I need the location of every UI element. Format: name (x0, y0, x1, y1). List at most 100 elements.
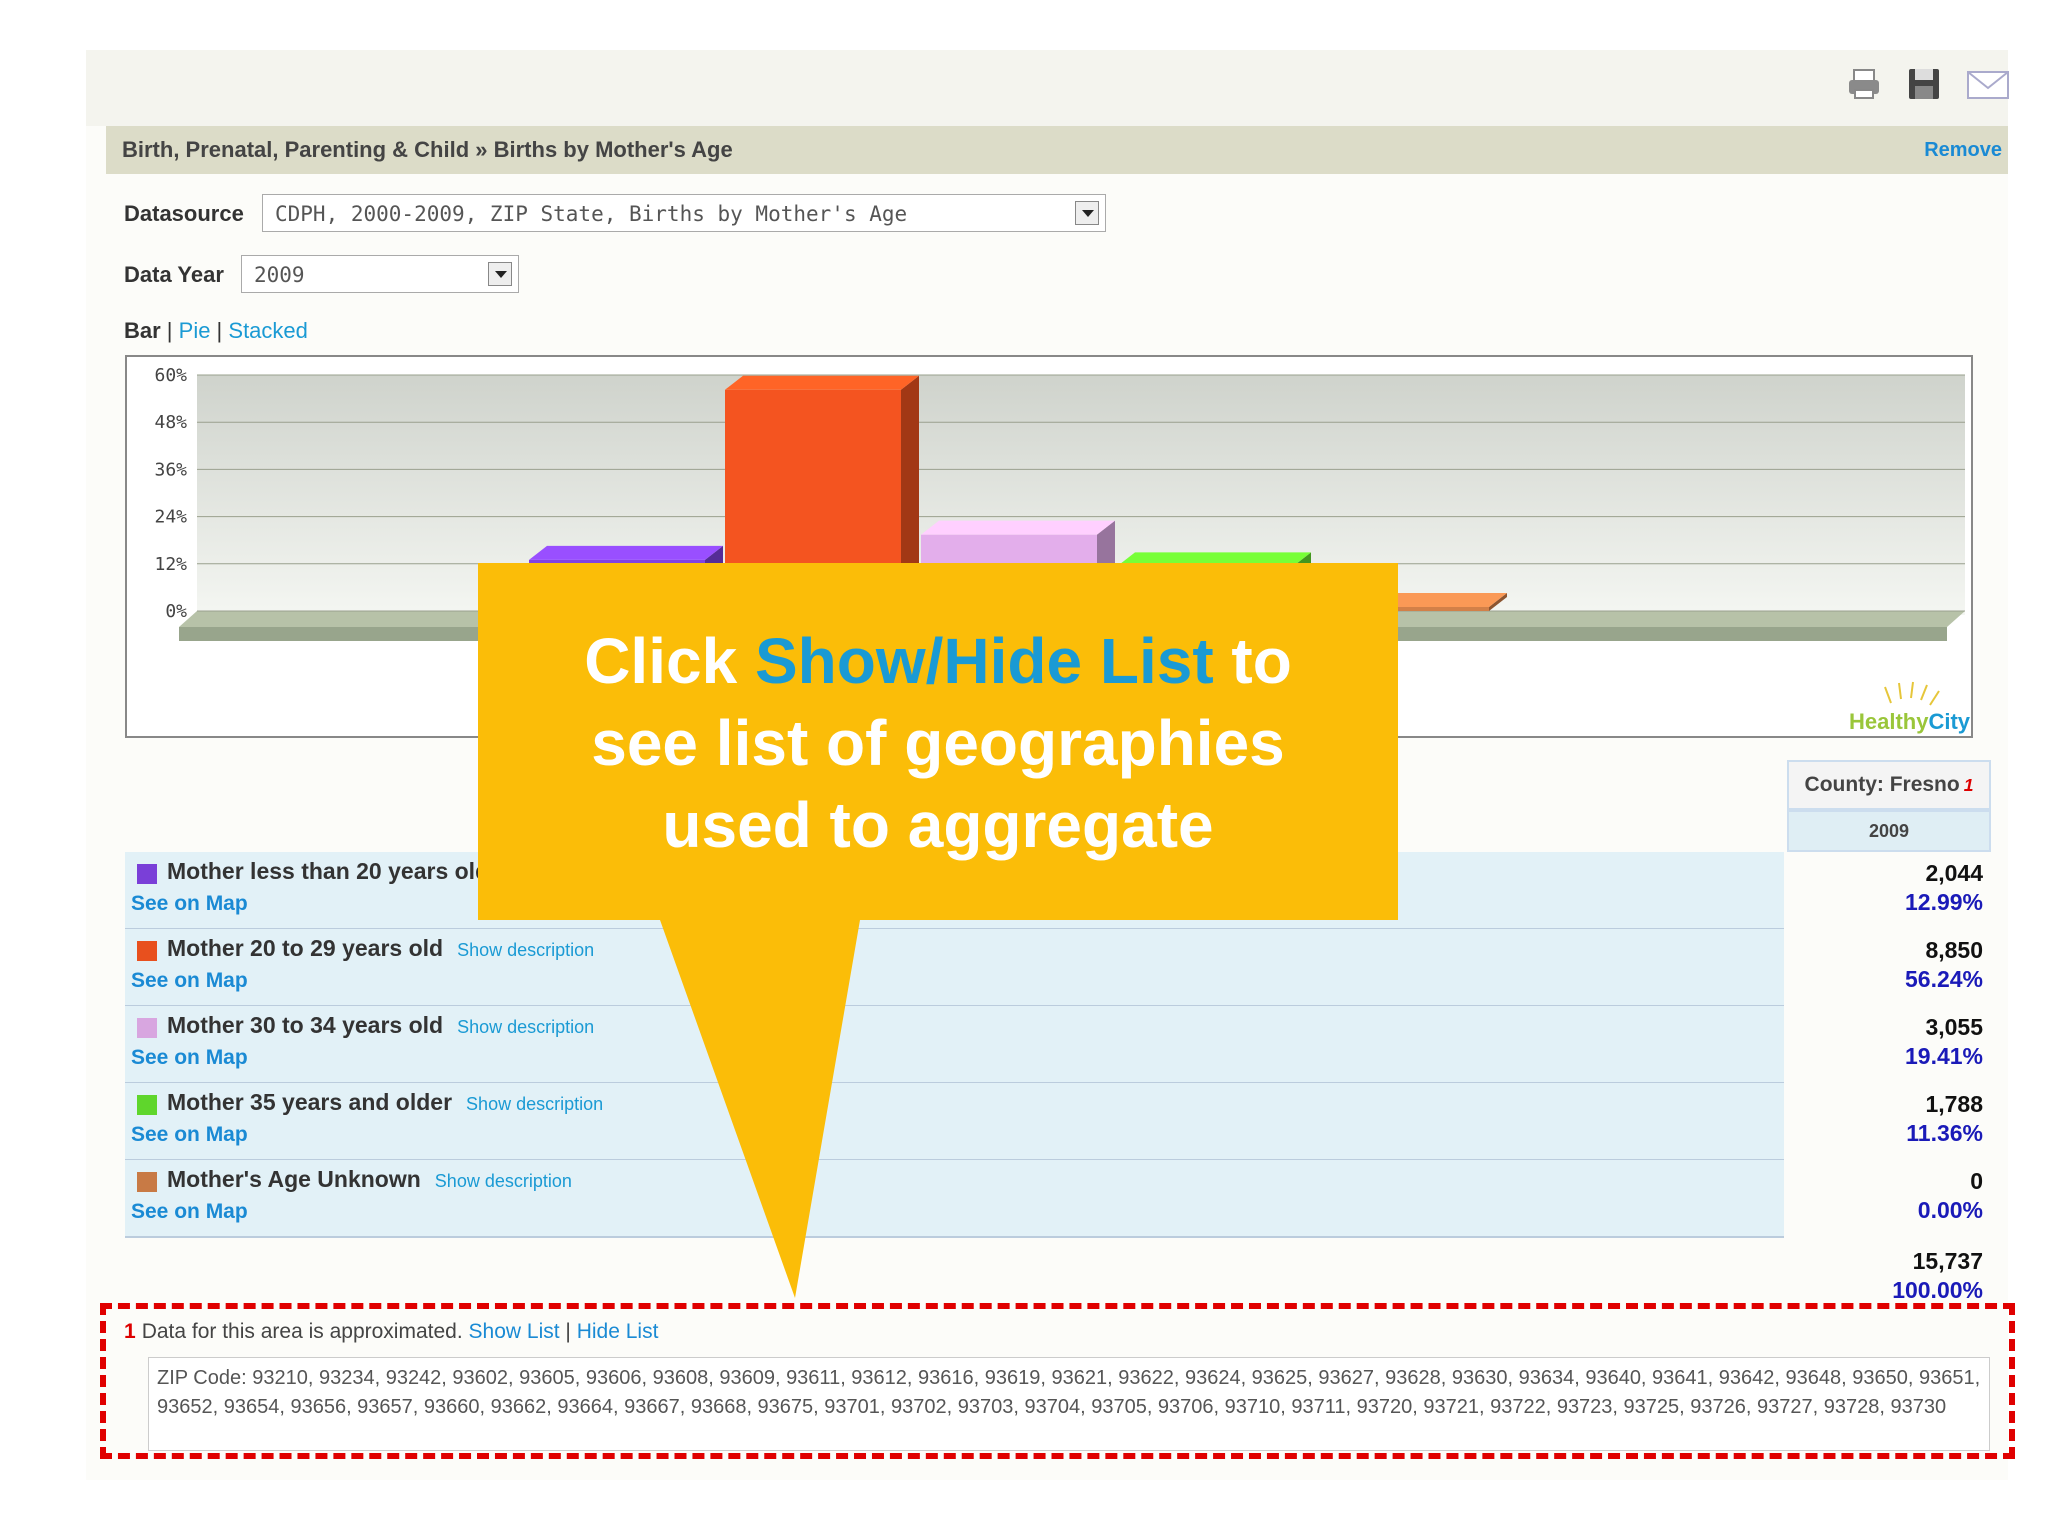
row-count: 2,044 (1925, 860, 1983, 886)
callout-text: Click Show/Hide List to see list of geog… (478, 620, 1398, 866)
row-label-text: Mother less than 20 years old (167, 858, 490, 884)
row-count: 1,788 (1925, 1091, 1983, 1117)
see-on-map-link[interactable]: See on Map (131, 1123, 248, 1147)
value-cell: 2,044 12.99% (1787, 852, 1991, 928)
see-on-map-link[interactable]: See on Map (131, 969, 248, 993)
row-label-text: Mother's Age Unknown (167, 1166, 421, 1192)
y-tick-label: 24% (154, 507, 187, 528)
table-row: Mother 30 to 34 years old Show descriptio… (125, 1006, 1784, 1084)
bar-side (901, 375, 919, 611)
row-percent: 19.41% (1904, 1043, 1983, 1069)
separator: | (160, 318, 179, 343)
chart-type-bar: Bar (124, 318, 161, 343)
chart-type-switch: Bar | Pie | Stacked (124, 318, 308, 344)
see-on-map-link[interactable]: See on Map (131, 892, 248, 916)
datasource-label: Datasource (124, 201, 244, 226)
callout-highlight: Show/Hide List (754, 625, 1214, 697)
row-label: Mother less than 20 years old (167, 858, 503, 885)
chart-type-stacked[interactable]: Stacked (228, 318, 308, 343)
callout-word: to (1213, 625, 1292, 697)
legend-swatch (137, 1018, 157, 1038)
bar (725, 375, 919, 611)
show-description-link[interactable]: Show description (457, 1017, 594, 1037)
separator: | (210, 318, 229, 343)
y-tick-label: 36% (154, 459, 187, 480)
logo-text: HealthyCity (1849, 709, 1971, 734)
table-row: Mother's Age Unknown Show description See … (125, 1160, 1784, 1238)
total-count: 15,737 (1912, 1248, 1983, 1274)
y-tick-label: 0% (165, 601, 187, 622)
table-row: Mother 35 years and older Show descriptio… (125, 1083, 1784, 1161)
bar (1313, 593, 1507, 611)
year-header: 2009 (1787, 810, 1991, 852)
email-icon[interactable] (1966, 66, 2010, 102)
bar-front (1117, 566, 1293, 611)
row-percent: 0.00% (1917, 1197, 1983, 1223)
bar (1117, 552, 1311, 611)
chevron-down-icon[interactable] (488, 262, 512, 286)
y-tick-label: 48% (154, 412, 187, 433)
value-cell: 1,788 11.36% (1787, 1083, 1991, 1159)
data-year-select[interactable]: 2009 (241, 255, 519, 293)
y-axis-ticks: 60% 48% 36% 24% 12% 0% (154, 365, 187, 622)
see-on-map-link[interactable]: See on Map (131, 1046, 248, 1070)
datasource-value: CDPH, 2000-2009, ZIP State, Births by Mo… (275, 202, 908, 226)
legend-swatch (137, 864, 157, 884)
row-percent: 12.99% (1904, 889, 1983, 915)
breadcrumb-text: Birth, Prenatal, Parenting & Child » Bir… (122, 137, 733, 162)
see-on-map-link[interactable]: See on Map (131, 1200, 248, 1224)
data-year-label: Data Year (124, 262, 224, 287)
footnote-marker: 1 (1963, 774, 1974, 795)
row-label-text: Mother 20 to 29 years old (167, 935, 444, 961)
row-percent: 56.24% (1904, 966, 1983, 992)
data-year-value: 2009 (254, 263, 305, 287)
legend-swatch (137, 1095, 157, 1115)
y-tick-label: 60% (154, 365, 187, 386)
row-label-text: Mother 30 to 34 years old (167, 1012, 444, 1038)
healthycity-logo: HealthyCity (1849, 681, 1971, 734)
bar-side (1097, 520, 1115, 611)
callout-word: Click (584, 625, 755, 697)
row-count: 8,850 (1925, 937, 1983, 963)
value-cell: 0 0.00% (1787, 1160, 1991, 1236)
row-label-text: Mother 35 years and older (167, 1089, 453, 1115)
show-description-link[interactable]: Show description (457, 940, 594, 960)
row-count: 0 (1970, 1168, 1983, 1194)
bar-front (725, 389, 901, 611)
save-icon[interactable] (1906, 66, 1942, 102)
legend-swatch (137, 941, 157, 961)
remove-link[interactable]: Remove (1924, 139, 2002, 162)
table-row: Mother 20 to 29 years old Show descriptio… (125, 929, 1784, 1007)
bar-front (921, 534, 1097, 611)
bar-front (1313, 607, 1489, 611)
bar-front (529, 559, 705, 611)
bar-top (529, 545, 723, 560)
county-name: County: Fresno (1804, 773, 1960, 796)
row-label: Mother 30 to 34 years old Show descriptio… (167, 1012, 594, 1039)
row-label: Mother 20 to 29 years old Show descriptio… (167, 935, 594, 962)
print-icon[interactable] (1846, 66, 1882, 102)
callout-line-1: Click Show/Hide List to (478, 620, 1398, 702)
row-label: Mother 35 years and older Show descriptio… (167, 1089, 603, 1116)
county-header: County: Fresno 1 (1787, 760, 1991, 810)
breadcrumb: Birth, Prenatal, Parenting & Child » Bir… (106, 126, 2008, 174)
value-cell: 8,850 56.24% (1787, 929, 1991, 1005)
toolbar (86, 50, 2008, 126)
row-label: Mother's Age Unknown Show description (167, 1166, 572, 1193)
y-tick-label: 12% (154, 554, 187, 575)
total-percent: 100.00% (1892, 1277, 1983, 1303)
bar-top (1117, 552, 1311, 567)
chevron-down-icon[interactable] (1075, 201, 1099, 225)
datasource-select[interactable]: CDPH, 2000-2009, ZIP State, Births by Mo… (262, 194, 1106, 232)
callout-line-2: see list of geographies (591, 707, 1285, 779)
show-description-link[interactable]: Show description (466, 1094, 603, 1114)
chart-type-pie[interactable]: Pie (179, 318, 211, 343)
row-count: 3,055 (1925, 1014, 1983, 1040)
value-cell: 3,055 19.41% (1787, 1006, 1991, 1082)
highlight-box (100, 1303, 2015, 1459)
bar-top (1313, 593, 1507, 607)
row-percent: 11.36% (1906, 1120, 1983, 1146)
bar (921, 520, 1115, 611)
show-description-link[interactable]: Show description (435, 1171, 572, 1191)
legend-swatch (137, 1172, 157, 1192)
